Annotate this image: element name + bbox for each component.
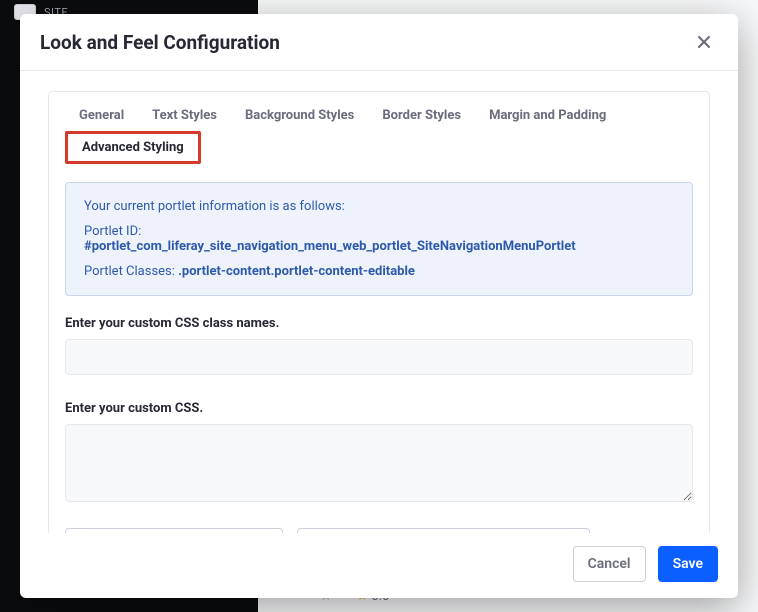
modal-title: Look and Feel Configuration: [40, 31, 280, 54]
info-portlet-classes: Portlet Classes: .portlet-content.portle…: [84, 264, 674, 279]
custom-css-textarea[interactable]: [65, 424, 693, 502]
tab-label: Border Styles: [382, 108, 461, 123]
tab-label: Margin and Padding: [489, 108, 606, 123]
css-classes-label: Enter your custom CSS class names.: [65, 316, 693, 331]
css-classes-input[interactable]: [65, 339, 693, 375]
tab-text-styles[interactable]: Text Styles: [138, 100, 231, 131]
tab-general[interactable]: General: [65, 100, 138, 131]
save-button[interactable]: Save: [658, 546, 718, 582]
tab-advanced-styling[interactable]: Advanced Styling: [65, 131, 201, 164]
cancel-button[interactable]: Cancel: [573, 546, 646, 582]
portlet-info-panel: Your current portlet information is as f…: [65, 182, 693, 296]
info-intro: Your current portlet information is as f…: [84, 199, 674, 214]
tab-border-styles[interactable]: Border Styles: [368, 100, 475, 131]
info-portlet-id: Portlet ID: #portlet_com_liferay_site_na…: [84, 224, 674, 254]
button-label: Cancel: [588, 556, 631, 572]
tab-margin-padding[interactable]: Margin and Padding: [475, 100, 620, 131]
portlet-id-label: Portlet ID:: [84, 224, 674, 239]
tab-label: General: [79, 108, 124, 123]
config-sheet: General Text Styles Background Styles Bo…: [48, 91, 710, 533]
close-button[interactable]: [690, 28, 718, 56]
modal-footer: Cancel Save: [20, 533, 738, 598]
portlet-id-value: #portlet_com_liferay_site_navigation_men…: [84, 239, 576, 254]
tab-label: Background Styles: [245, 108, 354, 123]
tab-bar: General Text Styles Background Styles Bo…: [65, 100, 693, 164]
modal-body: General Text Styles Background Styles Bo…: [20, 71, 738, 533]
look-and-feel-modal: Look and Feel Configuration General Text…: [20, 14, 738, 598]
custom-css-label: Enter your custom CSS.: [65, 401, 693, 416]
button-label: Save: [673, 556, 703, 572]
portlet-classes-label: Portlet Classes:: [84, 264, 178, 279]
portlet-classes-value: .portlet-content.portlet-content-editabl…: [178, 264, 415, 279]
modal-header: Look and Feel Configuration: [20, 14, 738, 71]
close-icon: [696, 34, 712, 50]
tab-label: Advanced Styling: [82, 140, 184, 155]
tab-background-styles[interactable]: Background Styles: [231, 100, 368, 131]
tab-label: Text Styles: [152, 108, 217, 123]
